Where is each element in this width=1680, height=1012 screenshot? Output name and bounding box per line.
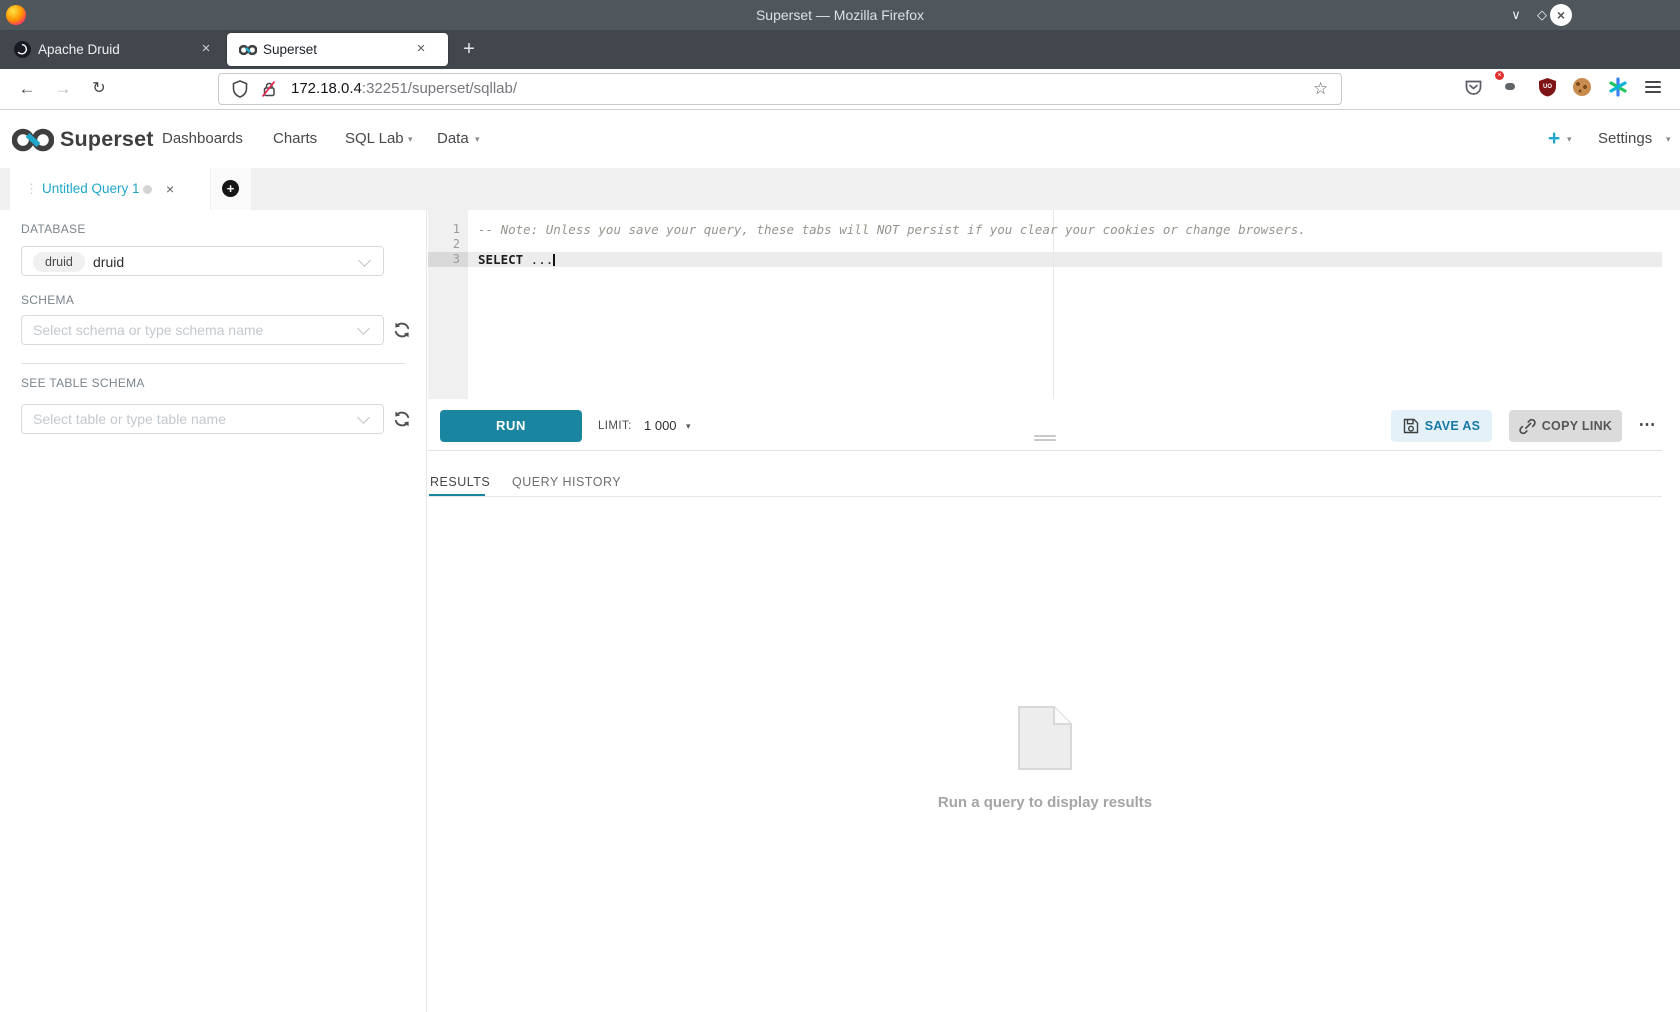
print-margin-ruler [1053, 210, 1054, 399]
browser-tab-druid[interactable]: Apache Druid × [0, 30, 222, 69]
limit-label: LIMIT: [598, 410, 632, 442]
insecure-lock-icon[interactable] [261, 80, 277, 98]
limit-value[interactable]: 1 000 [644, 410, 677, 442]
plus-circle-icon[interactable]: + [222, 180, 239, 197]
pane-resize-handle[interactable] [1034, 435, 1056, 443]
copy-link-button[interactable]: COPY LINK [1509, 410, 1622, 442]
refresh-table-icon[interactable] [392, 409, 412, 429]
mask-glyph [1505, 83, 1515, 90]
query-tab-strip: ⋮ Untitled Query 1 × + [0, 168, 1680, 210]
screen: Superset — Mozilla Firefox ∨ ◇ × Apache … [0, 0, 1680, 1012]
new-browser-tab-button[interactable]: + [456, 30, 482, 69]
copy-link-label: COPY LINK [1542, 419, 1613, 433]
browser-tab-bar: Apache Druid × Superset × + [0, 30, 1680, 69]
url-path: :32251/superset/sqllab/ [362, 80, 517, 97]
nav-dashboards[interactable]: Dashboards [162, 110, 243, 168]
browser-tab-label: Superset [263, 33, 317, 66]
browser-tab-superset[interactable]: Superset × [227, 33, 448, 66]
chevron-down-icon [358, 254, 371, 267]
menu-hamburger-icon[interactable] [1645, 81, 1661, 96]
save-as-button[interactable]: SAVE AS [1391, 410, 1492, 442]
database-tag: druid [33, 252, 85, 272]
close-icon: × [1557, 7, 1565, 23]
sidebar-divider [21, 363, 405, 364]
superset-favicon-icon [239, 44, 257, 56]
tab-query-history[interactable]: QUERY HISTORY [512, 474, 621, 490]
database-select[interactable]: druid druid [21, 246, 384, 276]
new-item-button[interactable]: + [1548, 110, 1560, 167]
chevron-down-icon[interactable]: ▾ [686, 410, 691, 442]
close-query-tab-icon[interactable]: × [166, 168, 174, 210]
more-options-icon[interactable]: ⋯ [1631, 410, 1663, 442]
schema-select[interactable] [21, 315, 384, 345]
cookie-extension-icon[interactable] [1573, 78, 1591, 96]
editor-toolbar: RUN LIMIT: 1 000 ▾ SAVE AS [428, 399, 1662, 451]
query-tab-active[interactable]: ⋮ Untitled Query 1 × [10, 168, 210, 210]
line-number: 3 [428, 252, 460, 267]
active-line-highlight [428, 252, 1662, 267]
query-status-dot [143, 185, 152, 194]
table-schema-label: SEE TABLE SCHEMA [21, 376, 145, 390]
forward-button: → [50, 76, 76, 102]
editor-gutter: 1 2 3 [428, 210, 468, 399]
url-host: 172.18.0.4 [291, 80, 362, 97]
svg-text:UO: UO [1543, 84, 1552, 90]
tracking-shield-icon[interactable] [232, 80, 248, 98]
schema-label: SCHEMA [21, 293, 74, 307]
database-label: DATABASE [21, 222, 86, 236]
empty-document-icon [1015, 705, 1075, 771]
nav-settings[interactable]: Settings [1598, 110, 1652, 168]
drag-handle-icon[interactable]: ⋮ [25, 168, 38, 210]
link-icon [1519, 418, 1536, 435]
chevron-down-icon: ▾ [475, 110, 480, 168]
close-tab-icon[interactable]: × [411, 39, 431, 59]
save-floppy-icon [1403, 418, 1419, 434]
pocket-icon[interactable] [1464, 78, 1483, 97]
chevron-down-icon: ▾ [408, 110, 413, 168]
chevron-down-icon: ▾ [1666, 110, 1671, 168]
superset-navbar: Superset Dashboards Charts SQL Lab ▾ Dat… [0, 110, 1680, 169]
sql-comment-line[interactable]: -- Note: Unless you save your query, the… [478, 222, 1306, 237]
database-value: druid [93, 247, 124, 277]
sql-editor-pane: 1 2 3 -- Note: Unless you save your quer… [428, 210, 1662, 1012]
run-button[interactable]: RUN [440, 410, 582, 442]
brand-title[interactable]: Superset [60, 110, 154, 168]
window-titlebar: Superset — Mozilla Firefox ∨ ◇ × [0, 0, 1680, 30]
refresh-schema-icon[interactable] [392, 320, 412, 340]
close-window-button[interactable]: × [1550, 4, 1572, 26]
line-number: 1 [428, 222, 460, 237]
asterisk-extension-icon[interactable] [1608, 77, 1628, 97]
sqllab-sidebar: DATABASE druid druid SCHEMA SEE TABLE SC… [0, 210, 427, 1012]
close-tab-icon[interactable]: × [196, 39, 216, 59]
ublock-icon[interactable]: UO [1538, 77, 1557, 97]
active-tab-underline [429, 494, 485, 496]
table-select[interactable] [21, 404, 384, 434]
save-as-label: SAVE AS [1425, 419, 1481, 433]
error-badge: × [1495, 71, 1504, 80]
query-tab-title[interactable]: Untitled Query 1 [42, 168, 140, 210]
browser-toolbar: ← → ↻ 172.18.0.4:32251/superset/sqllab/ … [0, 69, 1680, 110]
bookmark-star-icon[interactable]: ☆ [1313, 74, 1328, 104]
reload-button[interactable]: ↻ [86, 76, 112, 102]
new-query-tab[interactable]: + [211, 168, 251, 210]
nav-charts[interactable]: Charts [273, 110, 317, 168]
nav-sql-lab[interactable]: SQL Lab [345, 110, 404, 168]
url-text[interactable]: 172.18.0.4:32251/superset/sqllab/ [291, 74, 517, 104]
sql-code-line[interactable]: SELECT ... [478, 252, 555, 267]
url-bar[interactable]: 172.18.0.4:32251/superset/sqllab/ ☆ [218, 73, 1342, 105]
window-title: Superset — Mozilla Firefox [0, 0, 1680, 30]
browser-tab-label: Apache Druid [38, 30, 120, 69]
druid-favicon-icon [14, 41, 31, 58]
back-button[interactable]: ← [14, 76, 40, 102]
chevron-down-icon[interactable]: ▾ [1567, 110, 1572, 168]
text-cursor [553, 254, 555, 266]
line-number: 2 [428, 237, 460, 252]
empty-results-message: Run a query to display results [428, 794, 1662, 811]
nav-data[interactable]: Data [437, 110, 469, 168]
minimize-window-button[interactable]: ∨ [1505, 4, 1527, 26]
superset-logo-icon [12, 126, 54, 154]
results-tabs-border [428, 496, 1662, 497]
tab-results[interactable]: RESULTS [430, 474, 490, 490]
